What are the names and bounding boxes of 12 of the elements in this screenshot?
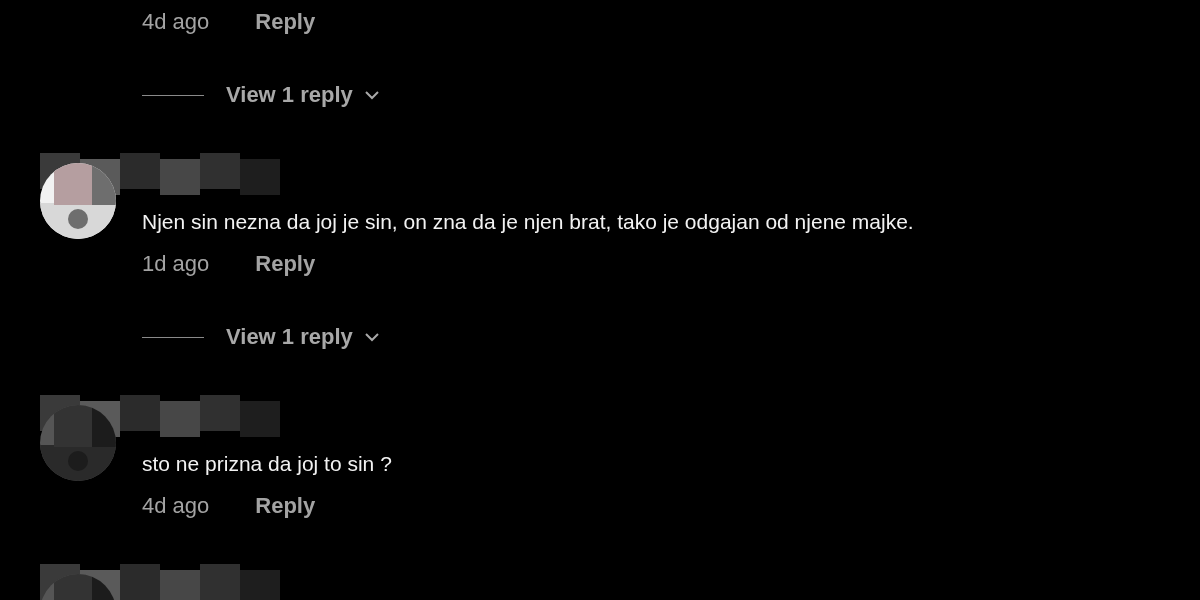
chevron-down-icon [362, 89, 381, 101]
view-replies-button[interactable]: View 1 reply [226, 81, 381, 109]
comment-time: 4d ago [142, 8, 210, 36]
comment-time: 1d ago [142, 250, 210, 278]
comment-time: 4d ago [142, 492, 210, 520]
reply-link[interactable]: Reply [255, 8, 316, 36]
comment-text: Njen sin nezna da joj je sin, on zna da je njen brat, tako je odgajan od njene majke. [142, 209, 915, 235]
reply-link[interactable]: Reply [255, 250, 316, 278]
comment-text: sto ne prizna da joj to sin ? [142, 451, 393, 477]
reply-link[interactable]: Reply [255, 492, 316, 520]
view-replies-button[interactable]: View 1 reply [226, 323, 381, 351]
chevron-down-icon [362, 331, 381, 343]
